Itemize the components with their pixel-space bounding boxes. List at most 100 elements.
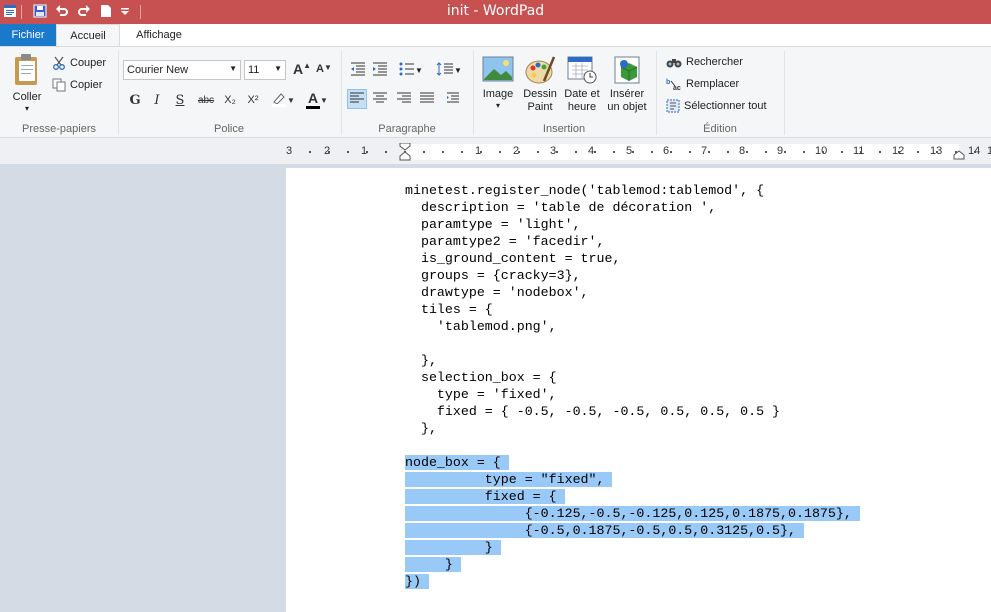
insert-image-label: Image — [482, 88, 514, 100]
document-line[interactable]: is_ground_content = true, — [405, 250, 860, 267]
ruler-tick — [499, 151, 501, 153]
line-text: {-0.125,-0.5,-0.125,0.125,0.1875,0.1875}… — [405, 506, 860, 521]
cut-button[interactable]: Couper — [52, 54, 106, 72]
tab-view[interactable]: Affichage — [120, 24, 198, 46]
document-line[interactable] — [405, 335, 860, 352]
insert-object-button[interactable]: Insérer un objet — [604, 55, 650, 114]
select-all-button[interactable]: Sélectionner tout — [666, 97, 767, 115]
hanging-indent-marker[interactable] — [399, 151, 411, 164]
document-line[interactable]: } — [405, 556, 860, 573]
document-line[interactable] — [405, 437, 860, 454]
document-text[interactable]: minetest.register_node('tablemod:tablemo… — [405, 182, 860, 590]
strikethrough-button[interactable]: abc — [194, 90, 218, 110]
ruler-left-margin — [286, 144, 405, 160]
insert-image-button[interactable]: Image ▾ — [478, 55, 518, 111]
document-line[interactable]: drawtype = 'nodebox', — [405, 284, 860, 301]
font-family-value: Courier New — [127, 64, 189, 76]
subscript-button[interactable]: X₂ — [220, 90, 240, 110]
line-text: groups = {cracky=3}, — [405, 268, 581, 283]
image-icon — [482, 55, 514, 85]
document-line[interactable]: fixed = { — [405, 488, 860, 505]
insert-group-label: Insertion — [542, 123, 586, 135]
align-center-button[interactable] — [370, 89, 390, 109]
paste-button[interactable]: Coller ▾ — [6, 53, 48, 114]
ruler-tick — [784, 151, 786, 153]
underline-button[interactable]: S — [170, 90, 190, 110]
document-line[interactable]: paramtype = 'light', — [405, 216, 860, 233]
find-button[interactable]: Rechercher — [666, 53, 743, 71]
paste-label: Coller — [12, 91, 42, 103]
paragraph-settings-button[interactable] — [443, 89, 463, 109]
superscript-button[interactable]: X² — [243, 90, 263, 110]
grow-font-button[interactable]: A▲ — [293, 61, 311, 77]
line-text: } — [405, 540, 501, 555]
document-line[interactable]: description = 'table de décoration ', — [405, 199, 860, 216]
ruler-label: 15 — [987, 145, 991, 157]
ruler[interactable]: 321123456789101112131415 — [286, 142, 991, 163]
ruler-tick — [936, 151, 938, 153]
document-line[interactable]: }, — [405, 352, 860, 369]
document-line[interactable]: {-0.5,0.1875,-0.5,0.5,0.3125,0.5}, — [405, 522, 860, 539]
document-line[interactable]: 'tablemod.png', — [405, 318, 860, 335]
cut-label: Couper — [70, 57, 107, 69]
line-text: is_ground_content = true, — [405, 251, 621, 266]
shrink-font-button[interactable]: A▼ — [316, 63, 332, 75]
document-line[interactable]: type = "fixed", — [405, 471, 860, 488]
ruler-tick — [727, 151, 729, 153]
tab-home[interactable]: Accueil — [56, 24, 120, 46]
decrease-indent-button[interactable] — [348, 60, 368, 80]
document-line[interactable]: } — [405, 539, 860, 556]
bullet-list-button[interactable]: ▼ — [396, 60, 426, 80]
ruler-tick — [480, 151, 482, 153]
line-text: paramtype = 'light', — [405, 217, 581, 232]
object-icon — [611, 55, 643, 85]
line-spacing-button[interactable]: ▼ — [434, 60, 464, 80]
copy-button[interactable]: Copier — [52, 76, 102, 94]
ruler-tick — [309, 151, 311, 153]
font-size-select[interactable]: 11 ▼ — [244, 60, 286, 80]
italic-button[interactable]: I — [147, 90, 167, 110]
chevron-down-icon: ▼ — [320, 95, 328, 105]
font-size-value: 11 — [248, 64, 260, 76]
document-line[interactable]: }) — [405, 573, 860, 590]
color-swatch — [306, 106, 321, 109]
paint-drawing-button[interactable]: Dessin Paint — [520, 55, 560, 114]
line-spacing-icon — [436, 61, 454, 79]
document-line[interactable]: type = 'fixed', — [405, 386, 860, 403]
ruler-label: 8 — [739, 145, 746, 157]
align-right-button[interactable] — [394, 89, 414, 109]
replace-button[interactable]: b ac Remplacer — [666, 75, 739, 93]
paragraph-icon — [446, 91, 460, 108]
document-line[interactable]: paramtype2 = 'facedir', — [405, 233, 860, 250]
align-center-icon — [373, 92, 387, 107]
paint-palette-icon — [524, 55, 556, 85]
svg-text:ac: ac — [673, 85, 681, 91]
increase-indent-button[interactable] — [370, 60, 390, 80]
document-line[interactable]: selection_box = { — [405, 369, 860, 386]
date-time-button[interactable]: Date et heure — [562, 55, 602, 114]
font-color-button[interactable]: A ▼ — [302, 90, 332, 110]
scissors-icon — [52, 56, 66, 70]
document-line[interactable]: }, — [405, 420, 860, 437]
justify-button[interactable] — [417, 89, 437, 109]
document-line[interactable]: node_box = { — [405, 454, 860, 471]
align-left-button[interactable] — [347, 89, 367, 109]
document-line[interactable]: {-0.125,-0.5,-0.125,0.125,0.1875,0.1875}… — [405, 505, 860, 522]
font-family-select[interactable]: Courier New ▼ — [123, 60, 241, 80]
tab-file[interactable]: Fichier — [0, 24, 56, 46]
highlight-color-button[interactable]: ▼ — [268, 90, 298, 110]
document-line[interactable]: minetest.register_node('tablemod:tablemo… — [405, 182, 860, 199]
align-right-icon — [397, 92, 411, 107]
document-line[interactable]: fixed = { -0.5, -0.5, -0.5, 0.5, 0.5, 0.… — [405, 403, 860, 420]
ruler-tick — [860, 151, 862, 153]
line-text: node_box = { — [405, 455, 509, 470]
bold-button[interactable]: G — [125, 90, 145, 110]
paint-label-1: Dessin — [523, 88, 557, 100]
document-line[interactable]: groups = {cracky=3}, — [405, 267, 860, 284]
ruler-tick — [518, 151, 520, 153]
line-text: 'tablemod.png', — [405, 319, 557, 334]
document-line[interactable]: tiles = { — [405, 301, 860, 318]
highlighter-icon — [271, 91, 287, 110]
copy-label: Copier — [70, 79, 103, 91]
right-indent-marker[interactable] — [953, 150, 965, 163]
